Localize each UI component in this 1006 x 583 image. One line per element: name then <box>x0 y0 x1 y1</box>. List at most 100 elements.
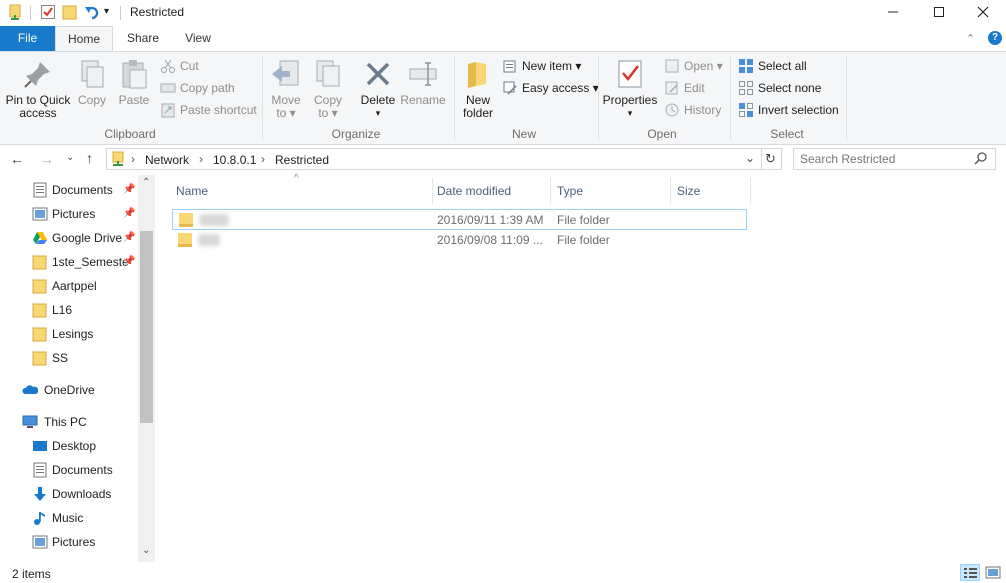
column-header-name[interactable]: Name <box>170 178 433 204</box>
nav-item-pc-documents[interactable]: Documents <box>0 458 138 482</box>
properties-icon[interactable] <box>40 4 56 20</box>
table-row[interactable]: 2016/09/08 11:09 ... File folder <box>172 230 747 251</box>
scroll-thumb[interactable] <box>140 231 153 423</box>
folder-icon <box>32 302 48 318</box>
nav-item-desktop[interactable]: Desktop <box>0 434 138 458</box>
copy-to-button[interactable]: Copy to ▾ <box>308 56 348 120</box>
help-icon[interactable]: ? <box>988 31 1002 45</box>
nav-scrollbar[interactable]: ⌃ ⌄ <box>138 175 155 562</box>
nav-item-pc-pictures[interactable]: Pictures <box>0 530 138 554</box>
maximize-button[interactable] <box>916 0 962 24</box>
recent-locations-chevron-icon[interactable]: ⌄ <box>66 152 74 163</box>
pin-icon[interactable]: 📌 <box>123 202 135 226</box>
open-label: Open ▾ <box>684 59 723 73</box>
search-box[interactable] <box>793 148 996 170</box>
nav-item-1ste-semeste[interactable]: 1ste_Semeste 📌 <box>0 250 138 274</box>
new-item-button[interactable]: New item ▾ <box>502 56 581 76</box>
select-none-button[interactable]: Select none <box>738 78 821 98</box>
nav-item-this-pc[interactable]: This PC <box>0 410 138 434</box>
nav-item-l16[interactable]: L16 <box>0 298 138 322</box>
column-header-date[interactable]: Date modified <box>431 178 551 204</box>
refresh-icon[interactable]: ↻ <box>765 151 776 167</box>
scroll-up-icon[interactable]: ⌃ <box>142 177 150 188</box>
minimize-button[interactable] <box>870 0 916 24</box>
large-icons-view-icon[interactable] <box>984 565 1002 580</box>
forward-arrow-icon[interactable]: → <box>40 151 54 167</box>
easy-access-button[interactable]: Easy access ▾ <box>502 78 599 98</box>
google-drive-icon <box>32 230 48 246</box>
back-arrow-icon[interactable]: ← <box>10 151 24 167</box>
tab-view[interactable]: View <box>174 26 222 51</box>
search-input[interactable] <box>800 151 970 167</box>
scroll-down-icon[interactable]: ⌄ <box>142 545 150 556</box>
copy-button[interactable]: Copy <box>74 56 110 107</box>
move-to-button[interactable]: Move to ▾ <box>266 56 306 120</box>
open-button[interactable]: Open ▾ <box>664 56 723 76</box>
pin-icon[interactable]: 📌 <box>123 250 135 274</box>
nav-item-pictures[interactable]: Pictures 📌 <box>0 202 138 226</box>
copy-icon <box>76 58 108 90</box>
navigation-pane: Documents 📌 Pictures 📌 Google Drive 📌 1s… <box>0 175 155 562</box>
column-header-size[interactable]: Size <box>671 178 751 204</box>
nav-item-downloads[interactable]: Downloads <box>0 482 138 506</box>
new-folder-icon[interactable] <box>62 4 78 20</box>
pin-icon <box>22 58 54 90</box>
nav-label: Pictures <box>52 535 96 549</box>
breadcrumb-restricted[interactable]: Restricted <box>275 153 329 167</box>
breadcrumb-separator: › <box>199 152 203 166</box>
nav-label: OneDrive <box>44 383 95 397</box>
breadcrumb-ip[interactable]: 10.8.0.1 <box>213 153 256 167</box>
folder-icon <box>32 350 48 366</box>
nav-label: Documents <box>52 463 113 477</box>
address-field[interactable]: › Network › 10.8.0.1 › Restricted ⌄ ↻ <box>106 148 782 170</box>
delete-label: Delete <box>360 93 396 107</box>
nav-item-lesings[interactable]: Lesings <box>0 322 138 346</box>
column-header-type[interactable]: Type <box>551 178 671 204</box>
address-dropdown-chevron-icon[interactable]: ⌄ <box>745 151 755 165</box>
cut-button[interactable]: Cut <box>160 56 199 76</box>
details-view-icon[interactable] <box>960 564 980 581</box>
invert-selection-button[interactable]: Invert selection <box>738 100 839 120</box>
rename-button[interactable]: Rename <box>400 56 446 107</box>
network-location-icon <box>111 151 125 170</box>
nav-item-aartppel[interactable]: Aartppel <box>0 274 138 298</box>
delete-button[interactable]: Delete ▾ <box>358 56 398 120</box>
status-bar: 2 items <box>0 562 1006 583</box>
undo-icon[interactable] <box>84 4 100 20</box>
copy-path-button[interactable]: Copy path <box>160 78 235 98</box>
nav-item-documents[interactable]: Documents 📌 <box>0 178 138 202</box>
paste-shortcut-button[interactable]: Paste shortcut <box>160 100 257 120</box>
select-all-button[interactable]: Select all <box>738 56 807 76</box>
copy-path-icon <box>160 80 176 96</box>
nav-item-onedrive[interactable]: OneDrive <box>0 378 138 402</box>
pin-quick-access-button[interactable]: Pin to Quick access <box>4 56 72 120</box>
breadcrumb-network[interactable]: Network <box>145 153 189 167</box>
close-button[interactable] <box>960 0 1006 24</box>
delete-x-icon <box>362 58 394 90</box>
nav-item-music[interactable]: Music <box>0 506 138 530</box>
search-icon[interactable] <box>974 151 988 168</box>
tab-file[interactable]: File <box>0 26 55 51</box>
up-arrow-icon[interactable]: ↑ <box>86 150 93 166</box>
new-item-icon <box>502 58 518 74</box>
table-row[interactable]: 2016/09/11 1:39 AM File folder <box>172 209 747 230</box>
pin-icon[interactable]: 📌 <box>123 226 135 250</box>
properties-button[interactable]: Properties ▾ <box>602 56 658 120</box>
edit-button[interactable]: Edit <box>664 78 705 98</box>
customize-toolbar-icon[interactable]: ▾ <box>104 6 120 22</box>
nav-item-google-drive[interactable]: Google Drive 📌 <box>0 226 138 250</box>
collapse-ribbon-icon[interactable]: ⌃ <box>966 32 975 45</box>
invert-selection-icon <box>738 102 754 118</box>
tab-home[interactable]: Home <box>55 26 113 52</box>
history-button[interactable]: History <box>664 100 721 120</box>
move-to-label-2: to ▾ <box>276 106 296 120</box>
date-cell: 2016/09/11 1:39 AM <box>437 213 544 227</box>
nav-item-ss[interactable]: SS <box>0 346 138 370</box>
file-list: ^ Name Date modified Type Size 2016/09/1… <box>158 173 1006 562</box>
tab-share[interactable]: Share <box>118 26 168 51</box>
paste-button[interactable]: Paste <box>114 56 154 107</box>
folder-icon <box>179 213 193 227</box>
ribbon-tabs: File Home Share View ⌃ ? <box>0 26 1006 52</box>
pin-icon[interactable]: 📌 <box>123 178 135 202</box>
new-folder-button[interactable]: New folder <box>458 56 498 120</box>
